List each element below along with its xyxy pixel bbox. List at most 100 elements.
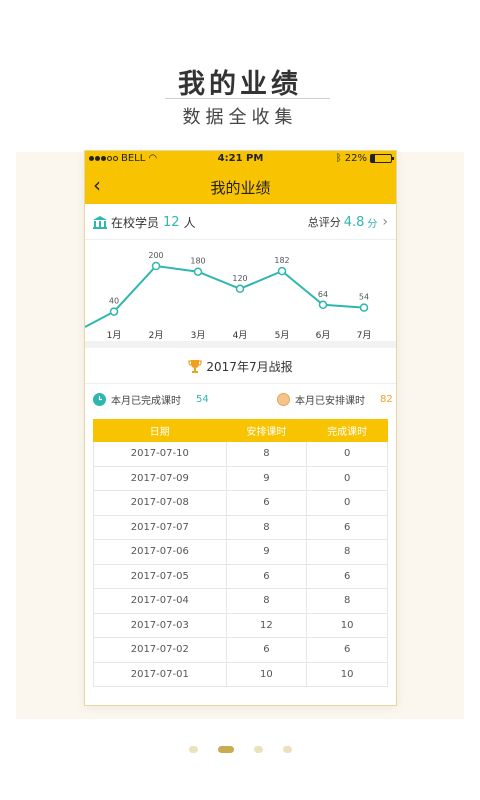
data-label: 40 bbox=[109, 297, 119, 306]
row-scheduled: 10 bbox=[225, 661, 308, 687]
table-row: 2017-07-07 8 6 bbox=[93, 514, 388, 540]
row-date: 2017-07-07 bbox=[93, 514, 227, 540]
x-tick-label: 4月 bbox=[233, 330, 248, 341]
students-unit: 人 bbox=[183, 216, 196, 230]
table-row: 2017-07-03 12 10 bbox=[93, 612, 388, 638]
battery-fill bbox=[371, 155, 376, 162]
data-point bbox=[151, 261, 161, 271]
row-completed: 8 bbox=[306, 539, 388, 565]
nav-bar: ‹ 我的业绩 bbox=[85, 168, 396, 204]
header-scheduled: 安排课时 bbox=[225, 419, 308, 442]
header-completed: 完成课时 bbox=[306, 419, 388, 442]
scheduled-label: 本月已安排课时 bbox=[295, 396, 365, 407]
row-scheduled: 9 bbox=[225, 465, 308, 491]
row-date: 2017-07-08 bbox=[93, 490, 227, 516]
score-unit: 分 bbox=[367, 218, 378, 230]
series-line-lead bbox=[85, 310, 115, 328]
hero-subtitle: 数据全收集 bbox=[182, 107, 298, 128]
report-title: 2017年7月战报 bbox=[206, 359, 293, 374]
row-date: 2017-07-05 bbox=[93, 563, 227, 589]
row-scheduled: 12 bbox=[225, 612, 308, 638]
battery-percent: 22% bbox=[344, 153, 367, 164]
data-label: 120 bbox=[232, 274, 247, 283]
table-row: 2017-07-01 10 10 bbox=[93, 661, 388, 687]
data-point bbox=[277, 266, 287, 276]
section-divider bbox=[85, 341, 396, 348]
x-tick-label: 6月 bbox=[316, 330, 331, 341]
table-row: 2017-07-10 8 0 bbox=[93, 441, 388, 467]
row-date: 2017-07-04 bbox=[93, 588, 227, 614]
row-date: 2017-07-02 bbox=[93, 637, 227, 663]
data-point bbox=[109, 307, 119, 316]
row-completed: 0 bbox=[306, 441, 388, 467]
divider bbox=[85, 383, 396, 384]
page-dot[interactable] bbox=[253, 746, 263, 753]
trophy-icon bbox=[188, 360, 203, 373]
score-link[interactable]: 总评分 4.8 分 › bbox=[308, 214, 388, 230]
row-completed: 10 bbox=[306, 661, 388, 687]
row-scheduled: 8 bbox=[225, 588, 308, 614]
table-body: 2017-07-10 8 0 2017-07-09 9 0 2017-07-08 6 0 2017… bbox=[93, 441, 388, 687]
line-chart: 40 1月 200 2月 180 3月 120 4月 182 5月 64 6月 54 7月 bbox=[85, 251, 372, 341]
bluetooth-icon: ᛒ bbox=[335, 153, 342, 164]
stats-row: 本月已完成课时 54 本月已安排课时 82 bbox=[85, 392, 396, 414]
row-scheduled: 9 bbox=[225, 539, 308, 565]
clock-icon bbox=[93, 393, 106, 406]
calendar-icon bbox=[277, 393, 290, 406]
x-tick-label: 7月 bbox=[357, 330, 372, 341]
data-label: 54 bbox=[359, 293, 369, 302]
row-completed: 6 bbox=[306, 514, 388, 540]
battery-icon bbox=[370, 154, 394, 163]
score-label: 总评分 bbox=[307, 216, 341, 229]
students-label: 在校学员 bbox=[111, 216, 160, 230]
hero-title: 我的业绩 bbox=[178, 69, 302, 100]
data-point bbox=[359, 303, 369, 312]
x-tick-label: 5月 bbox=[275, 330, 290, 341]
x-tick-label: 2月 bbox=[149, 330, 164, 341]
row-date: 2017-07-09 bbox=[93, 465, 227, 491]
row-date: 2017-07-03 bbox=[93, 612, 227, 638]
page-dot[interactable] bbox=[282, 746, 292, 753]
row-date: 2017-07-10 bbox=[93, 441, 227, 467]
row-completed: 10 bbox=[306, 612, 388, 638]
row-completed: 6 bbox=[306, 637, 388, 663]
row-completed: 8 bbox=[306, 588, 388, 614]
completed-label: 本月已完成课时 bbox=[111, 396, 181, 407]
data-label: 64 bbox=[318, 290, 328, 299]
row-scheduled: 8 bbox=[225, 441, 308, 467]
data-label: 200 bbox=[148, 251, 163, 260]
completed-value: 54 bbox=[196, 394, 209, 405]
x-tick-label: 3月 bbox=[191, 330, 206, 341]
report-header: 2017年7月战报 bbox=[85, 351, 396, 381]
row-scheduled: 6 bbox=[225, 490, 308, 516]
page-dot[interactable] bbox=[188, 746, 198, 753]
row-completed: 6 bbox=[306, 563, 388, 589]
x-tick-label: 1月 bbox=[107, 330, 122, 341]
summary-row: 在校学员 12 人 总评分 4.8 分 › bbox=[85, 204, 396, 240]
records-table: 日期 安排课时 完成课时 2017-07-10 8 0 2017-07-09 9 0 201… bbox=[93, 419, 388, 687]
table-header-row: 日期 安排课时 完成课时 bbox=[93, 419, 388, 442]
phone-screen: BELL ◠ 4:21 PM ᛒ 22% ‹ 我的业绩 在校学员 12 人 总评… bbox=[84, 150, 397, 706]
table-row: 2017-07-08 6 0 bbox=[93, 490, 388, 516]
header-date: 日期 bbox=[93, 419, 227, 442]
students-count: 12 bbox=[163, 215, 180, 230]
status-bar: BELL ◠ 4:21 PM ᛒ 22% bbox=[85, 151, 396, 168]
row-completed: 0 bbox=[306, 465, 388, 491]
row-scheduled: 6 bbox=[225, 637, 308, 663]
row-date: 2017-07-06 bbox=[93, 539, 227, 565]
data-label: 182 bbox=[274, 256, 289, 265]
scheduled-value: 82 bbox=[380, 394, 393, 405]
row-scheduled: 6 bbox=[225, 563, 308, 589]
score-value: 4.8 bbox=[343, 214, 365, 230]
data-point bbox=[235, 284, 245, 294]
page-dot[interactable] bbox=[217, 746, 234, 753]
table-row: 2017-07-05 6 6 bbox=[93, 563, 388, 589]
monthly-chart: 40 1月 200 2月 180 3月 120 4月 182 5月 64 6月 54 7月 bbox=[85, 241, 396, 341]
data-point bbox=[193, 267, 203, 276]
hero-divider bbox=[165, 98, 330, 99]
data-label: 180 bbox=[190, 257, 205, 266]
table-row: 2017-07-09 9 0 bbox=[93, 465, 388, 491]
row-scheduled: 8 bbox=[225, 514, 308, 540]
school-icon bbox=[93, 216, 107, 229]
table-row: 2017-07-06 9 8 bbox=[93, 539, 388, 565]
